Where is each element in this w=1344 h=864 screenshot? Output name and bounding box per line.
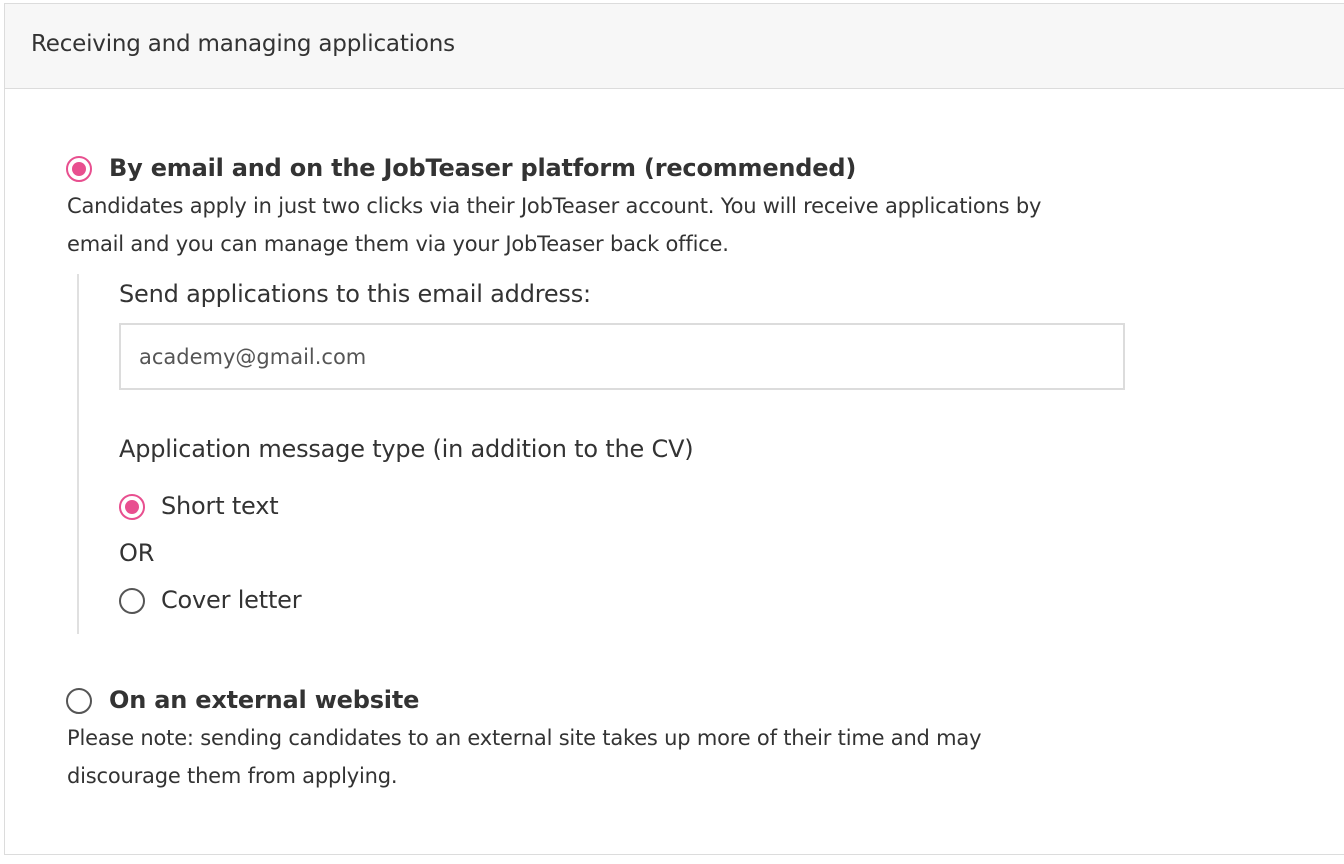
cover-letter-radio[interactable] (119, 588, 145, 614)
platform-option-desc-line1: Candidates apply in just two clicks via … (67, 194, 1042, 218)
external-option-desc-line2: discourage them from applying. (67, 764, 398, 788)
nested-options-divider (77, 274, 79, 634)
email-input[interactable] (119, 323, 1125, 390)
email-label: Send applications to this email address: (119, 280, 591, 308)
short-text-radio[interactable] (119, 494, 145, 520)
short-text-label[interactable]: Short text (161, 492, 279, 520)
external-option-desc-line1: Please note: sending candidates to an ex… (67, 726, 982, 750)
platform-option-desc-line2: email and you can manage them via your J… (67, 232, 729, 256)
platform-option-title[interactable]: By email and on the JobTeaser platform (… (109, 154, 856, 182)
applications-card: Receiving and managing applications By e… (4, 3, 1344, 855)
section-title: Receiving and managing applications (31, 31, 455, 57)
external-option-radio[interactable] (66, 688, 92, 714)
platform-option-radio[interactable] (66, 156, 92, 182)
message-type-label: Application message type (in addition to… (119, 435, 694, 463)
external-option-title[interactable]: On an external website (109, 686, 419, 714)
cover-letter-label[interactable]: Cover letter (161, 586, 302, 614)
card-header: Receiving and managing applications (5, 4, 1344, 89)
or-separator: OR (119, 539, 155, 567)
